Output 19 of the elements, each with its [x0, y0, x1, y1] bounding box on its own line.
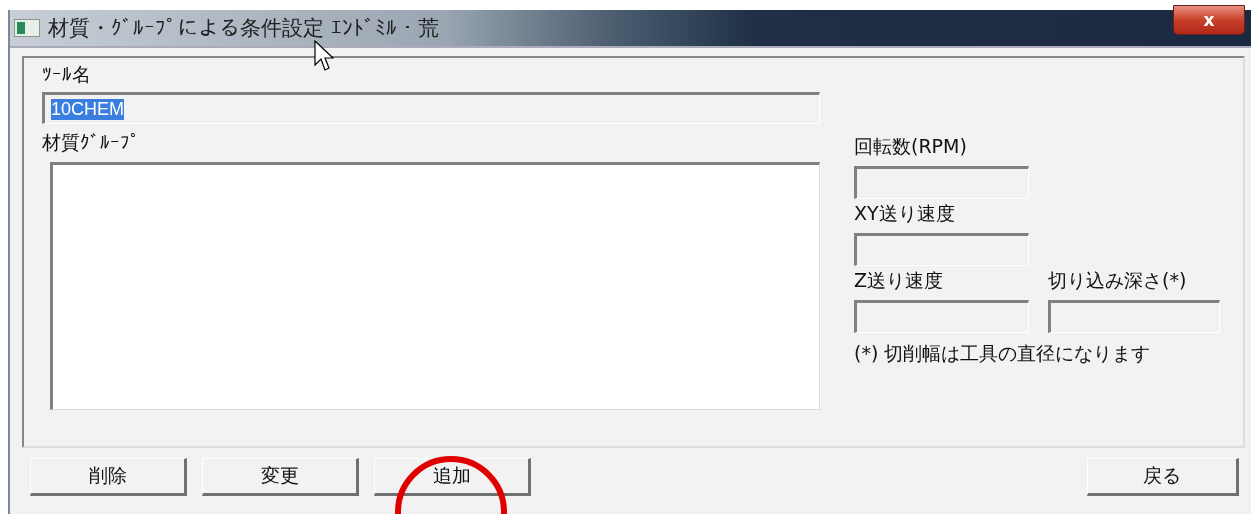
- dialog-button[interactable]: 変更: [202, 458, 359, 496]
- note-text: (*) 切削幅は工具の直径になります: [854, 341, 1152, 365]
- app-icon: [14, 19, 40, 37]
- dialog-button[interactable]: 削除: [30, 458, 187, 496]
- field-label: XY送り速度: [854, 201, 956, 225]
- dialog-button[interactable]: 戻る: [1087, 458, 1239, 496]
- field-label: 切り込み深さ(*): [1048, 268, 1188, 292]
- cursor-icon: [314, 40, 334, 72]
- input-field[interactable]: [854, 300, 1029, 333]
- input-field[interactable]: [1048, 300, 1220, 333]
- field-label: 材質ｸﾞﾙｰﾌﾟ: [42, 130, 141, 154]
- close-button[interactable]: x: [1173, 5, 1245, 35]
- input-field[interactable]: 10CHEM: [42, 92, 820, 124]
- field-label: Z送り速度: [854, 268, 945, 292]
- input-field[interactable]: [854, 233, 1029, 266]
- input-field[interactable]: [854, 166, 1029, 199]
- field-label: ﾂｰﾙ名: [42, 62, 92, 86]
- field-label: 回転数(RPM): [854, 134, 968, 158]
- window-title: 材質・ｸﾞﾙｰﾌﾟによる条件設定 ｴﾝﾄﾞﾐﾙ・荒: [48, 15, 439, 42]
